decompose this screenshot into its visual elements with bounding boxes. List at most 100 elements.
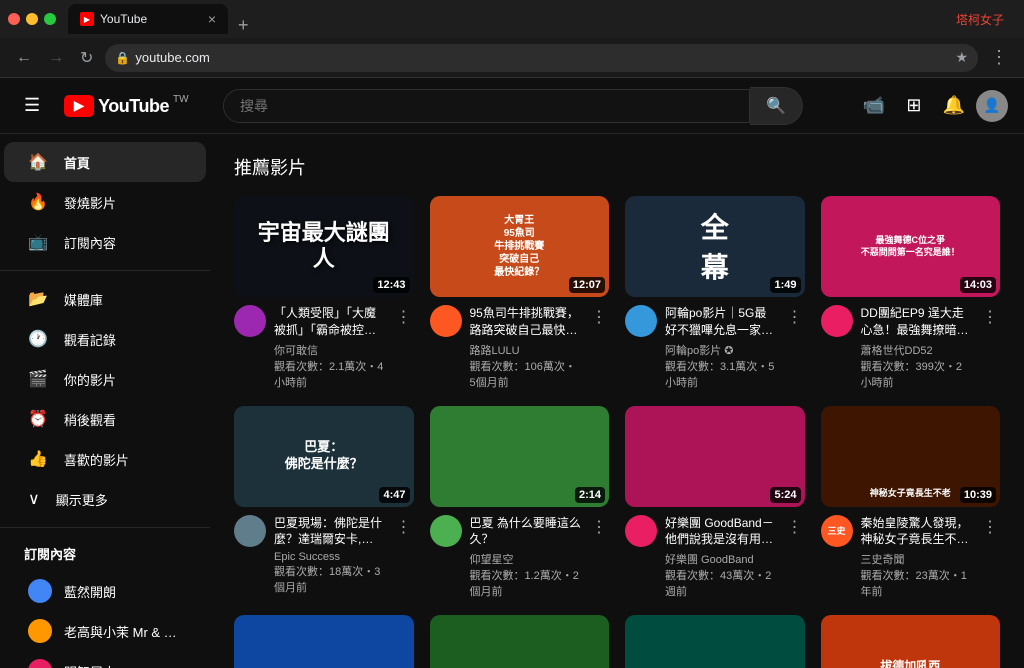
channel-item-2[interactable]: 老高與小茉 Mr & M... bbox=[4, 611, 206, 651]
forward-button[interactable]: → bbox=[44, 45, 68, 71]
video-card-2[interactable]: 大胃王95魚司牛排挑戰賽突破自己最快紀錄？ 12:07 95魚司牛排挑戰賽，路路… bbox=[430, 196, 610, 390]
apps-grid-button[interactable]: ⊞ bbox=[896, 88, 932, 124]
video-title-2: 95魚司牛排挑戰賽，路路突破自己最快紀錄？【競賽ル... bbox=[470, 305, 582, 339]
subscriptions-label: 訂閱內容 bbox=[64, 233, 116, 252]
thumb-text-8: 神秘女子竟長生不老 bbox=[870, 486, 951, 499]
channel-name-2: 老高與小茉 Mr & M... bbox=[64, 622, 182, 641]
tab-favicon: ▶ bbox=[80, 12, 94, 26]
notifications-button[interactable]: 🔔 bbox=[936, 88, 972, 124]
video-more-2[interactable]: ⋮ bbox=[589, 305, 609, 329]
reload-button[interactable]: ↻ bbox=[76, 44, 97, 72]
video-more-1[interactable]: ⋮ bbox=[394, 305, 414, 329]
video-thumb-2: 大胃王95魚司牛排挑戰賽突破自己最快紀錄？ 12:07 bbox=[430, 196, 610, 297]
browser-menu-icon[interactable]: ⋮ bbox=[986, 47, 1012, 68]
search-input[interactable] bbox=[224, 90, 749, 122]
video-title-4: DD團紀EP9 逞大走心急！最強舞撩暗地較勁C位之爭？... bbox=[861, 305, 973, 339]
explore-label: 發燒影片 bbox=[64, 193, 116, 212]
video-views-1: 觀看次數：2.1萬次・4小時前 bbox=[274, 358, 386, 390]
video-card-11[interactable] bbox=[625, 615, 805, 668]
video-card-4[interactable]: 最強舞德C位之爭不惡問問第一名究是誰！ 14:03 DD團紀EP9 逞大走心急！… bbox=[821, 196, 1001, 390]
browser-window: ▶ YouTube × + 塔柯女子 ← → ↻ 🔒 ★ ⋮ bbox=[0, 0, 1024, 78]
channel-avatar-1 bbox=[28, 579, 52, 603]
new-tab-button[interactable]: + bbox=[230, 16, 257, 34]
duration-badge-6: 2:14 bbox=[575, 487, 605, 503]
video-thumb-12: 拔德加吼西 bbox=[821, 615, 1001, 668]
video-channel-8: 三史奇聞 bbox=[861, 551, 973, 567]
duration-badge-8: 10:39 bbox=[960, 487, 996, 503]
video-card-12[interactable]: 拔德加吼西 bbox=[821, 615, 1001, 668]
sidebar-item-home[interactable]: 🏠 首頁 bbox=[4, 142, 206, 182]
channel-avatar-3 bbox=[28, 659, 52, 668]
video-card-7[interactable]: 5:24 好樂團 GoodBand－他們說我是沒有用的年輕人 Official.… bbox=[625, 406, 805, 600]
search-button[interactable]: 🔍 bbox=[750, 87, 803, 125]
video-card-10[interactable] bbox=[430, 615, 610, 668]
show-more-icon: ∨ bbox=[28, 489, 40, 509]
video-grid: 宇宙最大謎團人 12:43 「人類受限」「大魔被抓」「霸命被控」「真能被關」..… bbox=[234, 196, 1000, 668]
video-more-7[interactable]: ⋮ bbox=[785, 515, 805, 539]
history-icon: 🕐 bbox=[28, 329, 48, 349]
user-avatar[interactable]: 👤 bbox=[976, 90, 1008, 122]
duration-badge-4: 14:03 bbox=[960, 277, 996, 293]
sidebar-item-show-more[interactable]: ∨ 顯示更多 bbox=[4, 479, 206, 519]
tab-close-icon[interactable]: × bbox=[208, 11, 216, 27]
minimize-button[interactable] bbox=[26, 13, 38, 25]
video-more-4[interactable]: ⋮ bbox=[980, 305, 1000, 329]
thumb-text-5: 巴夏：佛陀是什麼？ bbox=[285, 439, 363, 473]
lock-icon: 🔒 bbox=[115, 51, 130, 65]
header-icons: 📹 ⊞ 🔔 👤 bbox=[856, 88, 1008, 124]
channel-avatar-2 bbox=[28, 619, 52, 643]
video-more-5[interactable]: ⋮ bbox=[394, 515, 414, 539]
library-icon: 📂 bbox=[28, 289, 48, 309]
sidebar-item-liked[interactable]: 👍 喜歡的影片 bbox=[4, 439, 206, 479]
video-more-3[interactable]: ⋮ bbox=[785, 305, 805, 329]
maximize-button[interactable] bbox=[44, 13, 56, 25]
sidebar-item-your-videos[interactable]: 🎬 你的影片 bbox=[4, 359, 206, 399]
video-thumb-4: 最強舞德C位之爭不惡問問第一名究是誰！ 14:03 bbox=[821, 196, 1001, 297]
yt-logo[interactable]: ▶ YouTube TW bbox=[64, 95, 188, 117]
video-card-8[interactable]: 神秘女子竟長生不老 10:39 三史 秦始皇陵驚人發現，神秘女子竟長生不老，驚天… bbox=[821, 406, 1001, 600]
address-input[interactable] bbox=[105, 44, 978, 72]
duration-badge-7: 5:24 bbox=[770, 487, 800, 503]
sidebar-item-subscriptions[interactable]: 📺 訂閱內容 bbox=[4, 222, 206, 262]
channel-item-1[interactable]: 藍然開朗 bbox=[4, 571, 206, 611]
video-channel-avatar-3 bbox=[625, 305, 657, 337]
video-channel-avatar-4 bbox=[821, 305, 853, 337]
yt-logo-region: TW bbox=[173, 94, 189, 105]
video-channel-2: 路路LULU bbox=[470, 342, 582, 358]
channel-item-3[interactable]: 明智居士 bbox=[4, 651, 206, 668]
video-card-5[interactable]: 巴夏：佛陀是什麼？ 4:47 巴夏現場：佛陀是什麼？達瑞爾安卡, Darryl … bbox=[234, 406, 414, 600]
close-button[interactable] bbox=[8, 13, 20, 25]
sidebar-item-history[interactable]: 🕐 觀看記錄 bbox=[4, 319, 206, 359]
channel-name-3: 明智居士 bbox=[64, 662, 116, 668]
video-card-3[interactable]: 全幕 1:49 阿輪po影片｜5G最好不獵嗶允息一家最帥男孩來啦！？ 阿輪po影… bbox=[625, 196, 805, 390]
video-channel-4: 蕭格世代DD52 bbox=[861, 342, 973, 358]
history-label: 觀看記錄 bbox=[64, 330, 116, 349]
feed-title: 推薦影片 bbox=[234, 154, 1000, 180]
tab-bar: ▶ YouTube × + bbox=[68, 4, 944, 34]
video-card-6[interactable]: 2:14 巴夏 為什么要睡這么久？ 仰望星空 觀看次數：1.2萬次・2個月前 ⋮ bbox=[430, 406, 610, 600]
video-views-3: 觀看次數：3.1萬次・5小時前 bbox=[665, 358, 777, 390]
sidebar-item-explore[interactable]: 🔥 發燒影片 bbox=[4, 182, 206, 222]
sidebar-divider-1 bbox=[0, 270, 210, 271]
liked-icon: 👍 bbox=[28, 449, 48, 469]
bookmark-icon[interactable]: ★ bbox=[955, 49, 968, 66]
active-tab[interactable]: ▶ YouTube × bbox=[68, 4, 228, 34]
youtube-app: ☰ ▶ YouTube TW 🔍 📹 ⊞ 🔔 👤 bbox=[0, 78, 1024, 668]
hamburger-menu-button[interactable]: ☰ bbox=[16, 87, 48, 124]
sidebar-item-watch-later[interactable]: ⏰ 稍後觀看 bbox=[4, 399, 206, 439]
library-label: 媒體庫 bbox=[64, 290, 103, 309]
video-more-8[interactable]: ⋮ bbox=[980, 515, 1000, 539]
video-views-7: 觀看次數：43萬次・2週前 bbox=[665, 567, 777, 599]
create-video-button[interactable]: 📹 bbox=[856, 88, 892, 124]
video-card-9[interactable]: 普通人如何在Instagram bbox=[234, 615, 414, 668]
video-channel-avatar-1 bbox=[234, 305, 266, 337]
video-more-6[interactable]: ⋮ bbox=[589, 515, 609, 539]
user-label: 塔柯女子 bbox=[944, 11, 1016, 28]
address-bar-row: ← → ↻ 🔒 ★ ⋮ bbox=[0, 38, 1024, 78]
yt-search-container: 🔍 bbox=[223, 87, 803, 125]
video-card-1[interactable]: 宇宙最大謎團人 12:43 「人類受限」「大魔被抓」「霸命被控」「真能被關」..… bbox=[234, 196, 414, 390]
sidebar-item-library[interactable]: 📂 媒體庫 bbox=[4, 279, 206, 319]
back-button[interactable]: ← bbox=[12, 45, 36, 71]
yt-logo-text: YouTube bbox=[98, 97, 169, 115]
home-label: 首頁 bbox=[64, 153, 90, 172]
